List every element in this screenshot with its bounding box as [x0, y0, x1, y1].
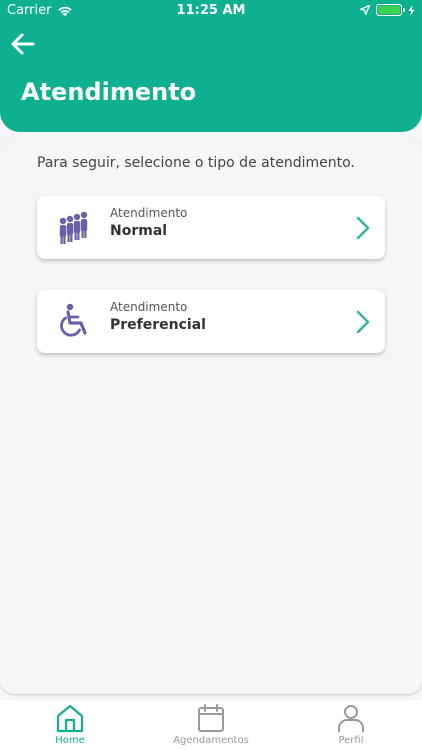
chevron-right-icon	[356, 310, 370, 334]
wheelchair-icon	[60, 303, 87, 337]
charging-bolt-icon	[408, 4, 415, 16]
chevron-right-icon	[356, 216, 370, 240]
calendar-icon	[198, 704, 224, 732]
status-bar: Carrier 11:25 AM	[0, 0, 422, 22]
tab-perfil[interactable]: Perfil	[301, 703, 401, 746]
person-icon	[338, 705, 364, 732]
tab-home[interactable]: Home	[20, 703, 120, 746]
page-title: Atendimento	[21, 78, 197, 106]
app-header: Carrier 11:25 AM Atendimento	[0, 0, 422, 132]
home-icon	[56, 704, 84, 733]
tab-agendamentos[interactable]: Agendamentos	[161, 703, 261, 746]
option-label: Preferencial	[110, 317, 206, 333]
option-preferencial-button[interactable]: Atendimento Preferencial	[37, 290, 385, 353]
location-arrow-icon	[360, 5, 370, 15]
arrow-left-icon[interactable]	[10, 31, 36, 57]
status-time: 11:25 AM	[176, 3, 246, 18]
battery-icon	[376, 4, 405, 16]
tab-label: Home	[55, 735, 85, 746]
option-subtitle: Atendimento	[110, 300, 188, 314]
tab-label: Agendamentos	[173, 735, 249, 746]
option-label: Normal	[110, 223, 168, 239]
option-subtitle: Atendimento	[110, 206, 188, 220]
tab-bar: Home Agendamentos Perfil	[0, 700, 422, 750]
option-normal-button[interactable]: Atendimento Normal	[37, 196, 385, 259]
people-queue-icon	[59, 211, 88, 244]
tab-label: Perfil	[338, 735, 364, 746]
instruction-text: Para seguir, selecione o tipo de atendim…	[37, 155, 355, 171]
